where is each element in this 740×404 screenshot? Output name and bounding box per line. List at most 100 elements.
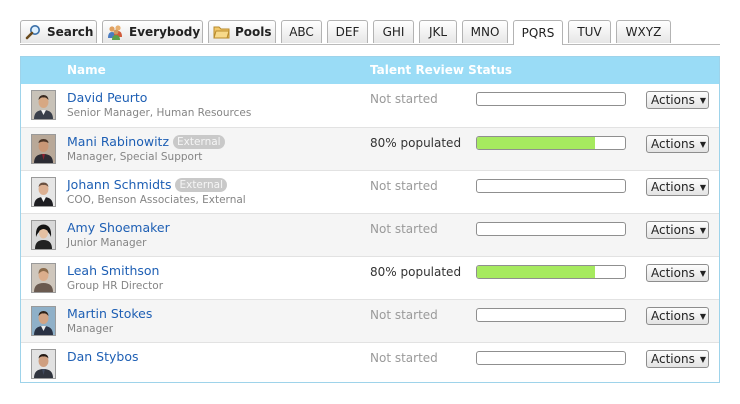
- review-progress-bar: [476, 265, 626, 279]
- review-status-text: Not started: [370, 222, 438, 236]
- tab-everybody-label: Everybody: [129, 25, 201, 39]
- tab-bar: Search Everybody Pools ABC DEF GHI JKL M…: [20, 20, 720, 45]
- person-name: David Peurto: [67, 90, 148, 105]
- review-progress-bar: [476, 222, 626, 236]
- review-progress-bar: [476, 92, 626, 106]
- person-name-link[interactable]: Martin Stokes: [67, 306, 152, 321]
- actions-label: Actions: [651, 309, 695, 323]
- progress-fill: [477, 266, 596, 278]
- progress-fill: [477, 137, 596, 149]
- tab-abc[interactable]: ABC: [281, 20, 322, 43]
- chevron-down-icon: ▼: [699, 139, 706, 149]
- table-row: David Peurto Senior Manager, Human Resou…: [21, 84, 719, 127]
- person-name-link[interactable]: Mani Rabinowitz External: [67, 134, 225, 149]
- tab-pqrs-label: PQRS: [521, 26, 555, 40]
- tab-everybody[interactable]: Everybody: [102, 20, 203, 43]
- person-name-link[interactable]: Dan Stybos: [67, 349, 139, 364]
- avatar: [31, 349, 56, 379]
- table-row: Johann Schmidts External COO, Benson Asso…: [21, 170, 719, 213]
- actions-dropdown[interactable]: Actions ▼: [646, 307, 709, 325]
- actions-label: Actions: [651, 137, 695, 151]
- tab-tuv[interactable]: TUV: [568, 20, 611, 43]
- actions-dropdown[interactable]: Actions ▼: [646, 264, 709, 282]
- person-name-link[interactable]: Amy Shoemaker: [67, 220, 170, 235]
- tab-abc-label: ABC: [289, 25, 314, 39]
- magnifier-icon: [25, 24, 42, 40]
- table-row: Martin Stokes Manager Not started Action…: [21, 299, 719, 342]
- tab-search[interactable]: Search: [20, 20, 97, 43]
- review-status-text: 80% populated: [370, 265, 462, 279]
- actions-dropdown[interactable]: Actions ▼: [646, 350, 709, 368]
- actions-label: Actions: [651, 223, 695, 237]
- table-row: Amy Shoemaker Junior Manager Not started…: [21, 213, 719, 256]
- review-status-text: Not started: [370, 92, 438, 106]
- tab-pools[interactable]: Pools: [208, 20, 276, 43]
- person-title: Junior Manager: [67, 237, 147, 249]
- avatar: [31, 134, 56, 164]
- folder-icon: [213, 24, 230, 40]
- tab-pqrs[interactable]: PQRS: [513, 20, 563, 45]
- chevron-down-icon: ▼: [699, 95, 706, 105]
- review-status-text: Not started: [370, 179, 438, 193]
- review-progress-bar: [476, 136, 626, 150]
- person-name: Mani Rabinowitz: [67, 134, 170, 149]
- chevron-down-icon: ▼: [699, 225, 706, 235]
- actions-dropdown[interactable]: Actions ▼: [646, 91, 709, 109]
- actions-label: Actions: [651, 180, 695, 194]
- avatar: [31, 220, 56, 250]
- actions-dropdown[interactable]: Actions ▼: [646, 178, 709, 196]
- person-name: Dan Stybos: [67, 349, 139, 364]
- person-name: Martin Stokes: [67, 306, 153, 321]
- tab-ghi[interactable]: GHI: [373, 20, 414, 43]
- tab-wxyz-label: WXYZ: [625, 25, 662, 39]
- actions-label: Actions: [651, 266, 695, 280]
- tab-wxyz[interactable]: WXYZ: [616, 20, 671, 43]
- person-title: Manager, Special Support: [67, 151, 203, 163]
- tab-jkl-label: JKL: [428, 25, 448, 39]
- tab-def-label: DEF: [335, 25, 360, 39]
- review-status-text: Not started: [370, 351, 438, 365]
- external-badge: External: [175, 178, 228, 192]
- review-progress-bar: [476, 179, 626, 193]
- chevron-down-icon: ▼: [699, 311, 706, 321]
- person-title: COO, Benson Associates, External: [67, 194, 246, 206]
- status-column-header: Talent Review Status: [370, 63, 513, 77]
- people-icon: [107, 24, 124, 40]
- external-badge: External: [173, 135, 225, 149]
- chevron-down-icon: ▼: [699, 268, 706, 278]
- tab-jkl[interactable]: JKL: [419, 20, 457, 43]
- person-name-link[interactable]: Johann Schmidts External: [67, 177, 228, 192]
- people-table: Name Talent Review Status David Peurto S…: [20, 56, 720, 383]
- actions-dropdown[interactable]: Actions ▼: [646, 135, 709, 153]
- tab-mno-label: MNO: [470, 25, 500, 39]
- tab-pools-label: Pools: [235, 25, 272, 39]
- person-title: Manager: [67, 323, 114, 335]
- name-column-header: Name: [67, 63, 106, 77]
- avatar: [31, 263, 56, 293]
- table-header: Name Talent Review Status: [21, 57, 719, 84]
- person-name-link[interactable]: David Peurto: [67, 90, 147, 105]
- avatar: [31, 177, 56, 207]
- person-name: Johann Schmidts: [67, 177, 172, 192]
- person-name: Leah Smithson: [67, 263, 160, 278]
- person-name: Amy Shoemaker: [67, 220, 170, 235]
- tab-search-label: Search: [47, 25, 94, 39]
- table-row: Dan Stybos Not started Actions ▼: [21, 342, 719, 385]
- person-name-link[interactable]: Leah Smithson: [67, 263, 159, 278]
- actions-dropdown[interactable]: Actions ▼: [646, 221, 709, 239]
- review-progress-bar: [476, 351, 626, 365]
- actions-label: Actions: [651, 352, 695, 366]
- review-status-text: Not started: [370, 308, 438, 322]
- tab-def[interactable]: DEF: [327, 20, 368, 43]
- avatar: [31, 90, 56, 120]
- tab-tuv-label: TUV: [577, 25, 602, 39]
- tab-baseline: [20, 44, 720, 45]
- review-status-text: 80% populated: [370, 136, 462, 150]
- chevron-down-icon: ▼: [699, 182, 706, 192]
- review-progress-bar: [476, 308, 626, 322]
- tab-ghi-label: GHI: [382, 25, 405, 39]
- table-row: Leah Smithson Group HR Director 80% popu…: [21, 256, 719, 299]
- table-row: Mani Rabinowitz External Manager, Special…: [21, 127, 719, 170]
- tab-mno[interactable]: MNO: [462, 20, 508, 43]
- person-title: Senior Manager, Human Resources: [67, 107, 252, 119]
